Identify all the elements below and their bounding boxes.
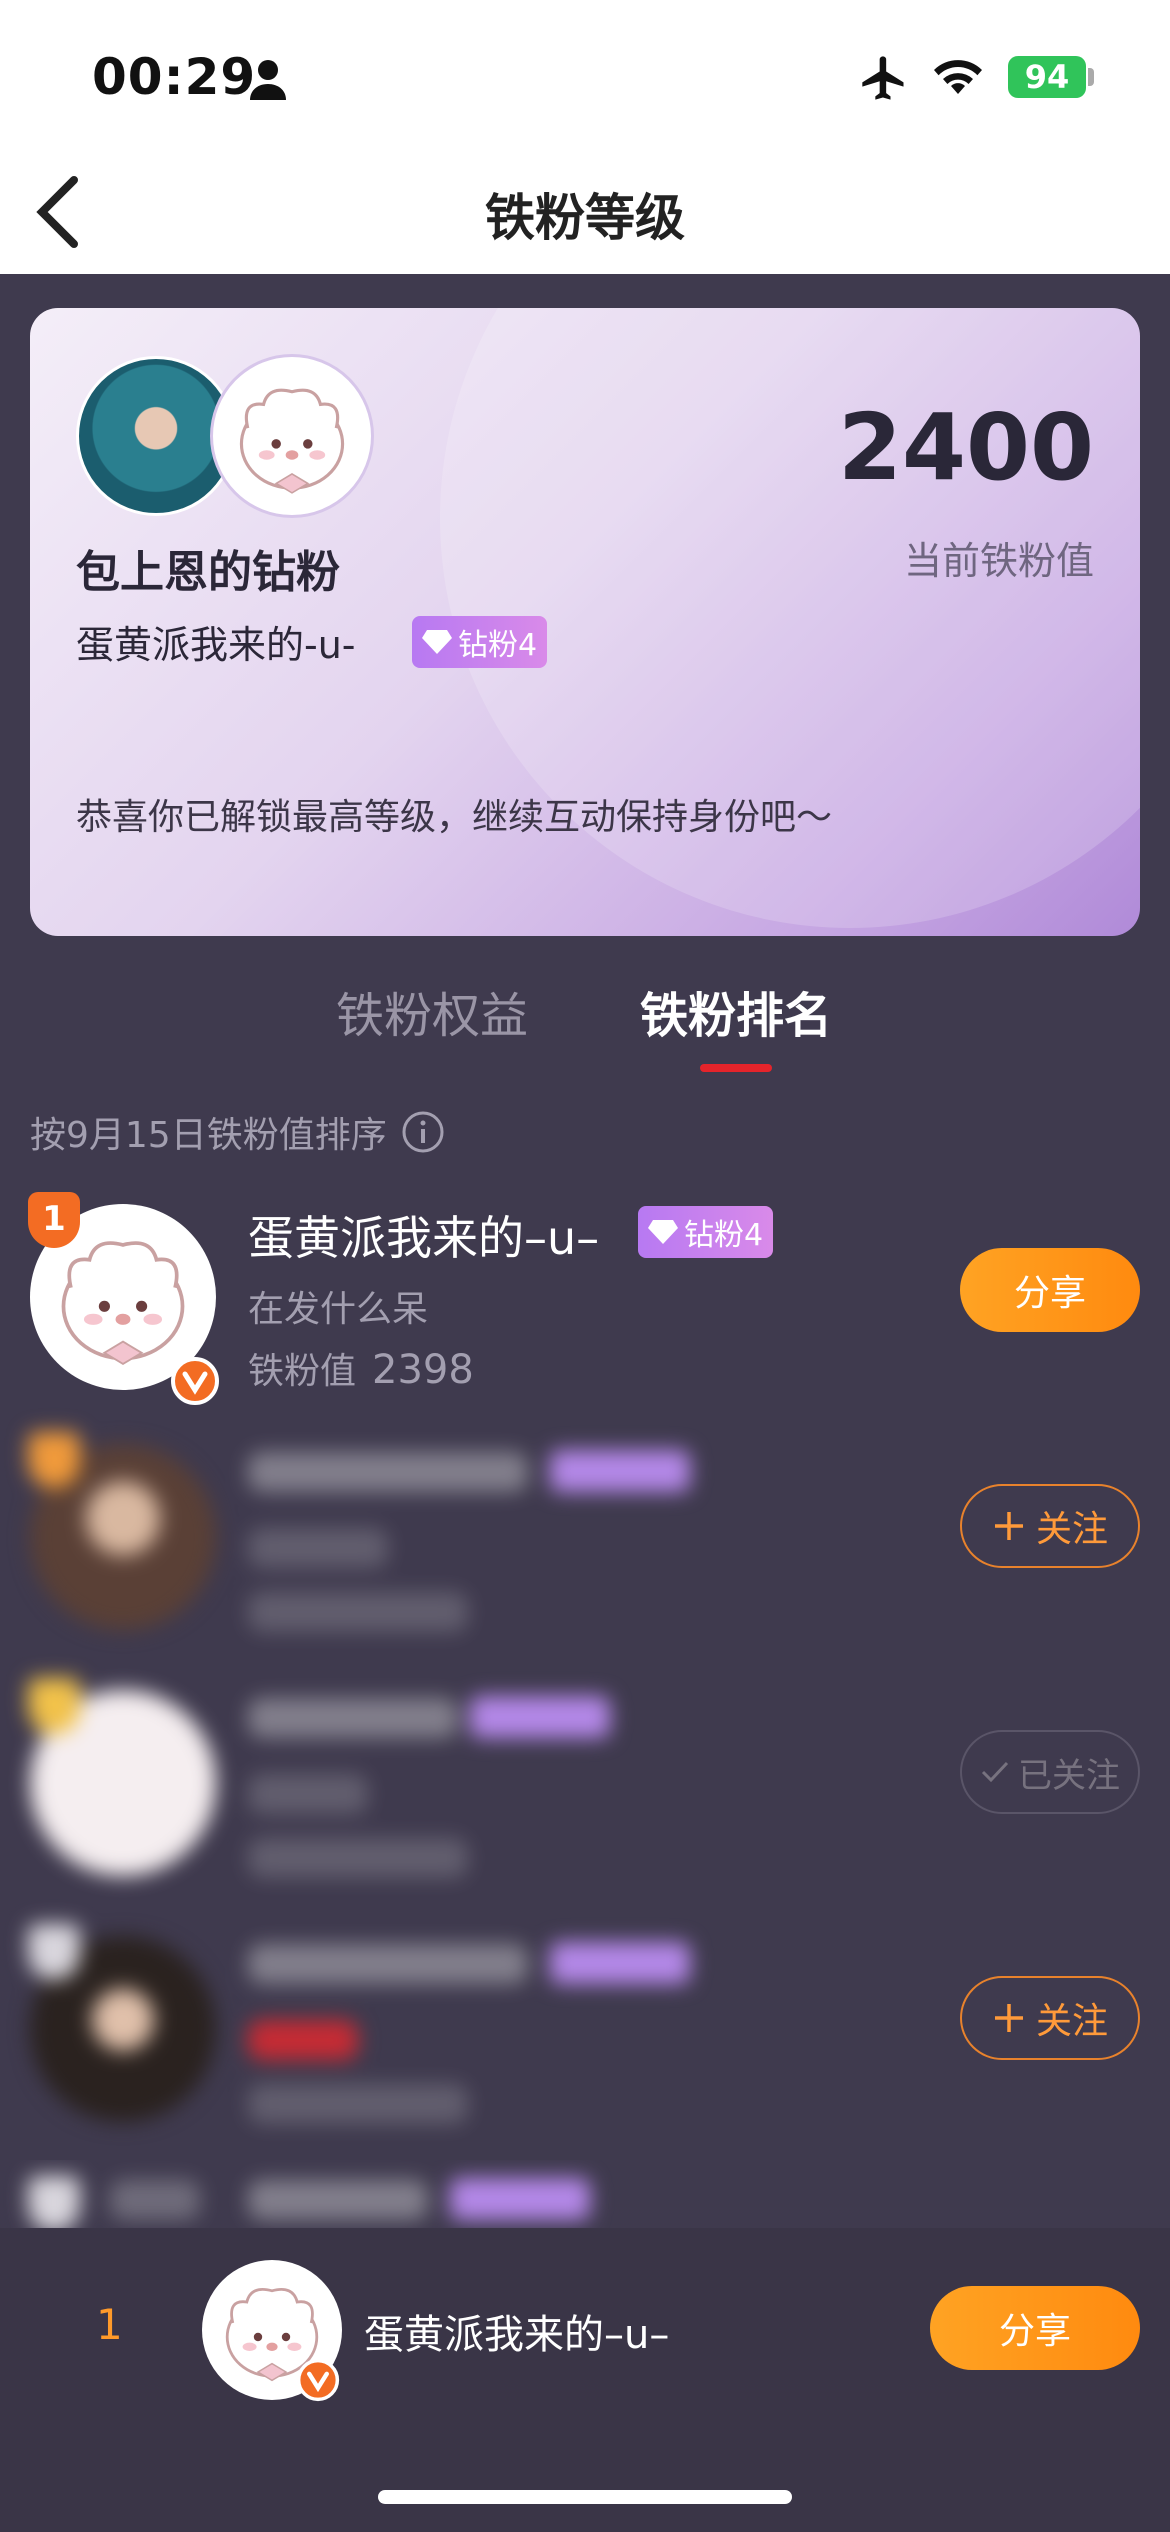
- tab-fan-ranking[interactable]: 铁粉排名: [640, 976, 832, 1046]
- verified-icon: [171, 1357, 219, 1405]
- status-bar: 00:29 94: [0, 0, 1170, 150]
- ranking-row[interactable]: 已关注: [0, 1678, 1170, 1918]
- home-indicator[interactable]: [378, 2490, 792, 2504]
- fan-level-badge: 钻粉4: [412, 616, 548, 668]
- fan-score: 2400: [837, 394, 1094, 501]
- diamond-icon: [648, 1220, 678, 1244]
- my-rank-bar: 1 蛋黄派我来的–u– 分享: [0, 2228, 1170, 2532]
- status-time: 00:29: [92, 48, 257, 106]
- nav-bar: 铁粉等级: [0, 150, 1170, 274]
- share-button[interactable]: 分享: [960, 1248, 1140, 1332]
- row-username: 蛋黄派我来的–u–: [248, 1211, 600, 1265]
- share-button[interactable]: 分享: [930, 2286, 1140, 2370]
- page-title: 铁粉等级: [485, 189, 685, 247]
- diamond-icon: [422, 630, 452, 654]
- follow-label: 关注: [1035, 1509, 1108, 1550]
- badge-label: 钻粉4: [684, 1218, 764, 1253]
- follow-button[interactable]: 关注: [960, 1484, 1140, 1568]
- mascot-icon: [239, 388, 345, 494]
- wifi-icon: [934, 60, 982, 94]
- rank-badge: 1: [28, 1192, 80, 1248]
- card-title: 包上恩的钻粉: [76, 547, 340, 598]
- ranking-row[interactable]: 关注: [0, 1432, 1170, 1672]
- sort-note-text: 按9月15日铁粉值排序: [30, 1115, 387, 1156]
- plus-icon: [994, 1512, 1023, 1540]
- row-subtitle: 在发什么呆: [248, 1289, 429, 1330]
- active-tab-indicator: [700, 1064, 772, 1072]
- followed-label: 已关注: [1018, 1755, 1120, 1796]
- info-icon[interactable]: [401, 1110, 445, 1154]
- tab-fan-rights[interactable]: 铁粉权益: [336, 976, 528, 1046]
- ranking-row[interactable]: [0, 2160, 1170, 2228]
- battery-level: 94: [1024, 58, 1070, 96]
- follow-button[interactable]: 关注: [960, 1976, 1140, 2060]
- fan-level-card: 包上恩的钻粉 蛋黄派我来的-u- 钻粉4 2400 当前铁粉值 恭喜你已解锁最高…: [30, 308, 1140, 936]
- badge-label: 钻粉4: [458, 628, 538, 663]
- fan-value-number: 2398: [372, 1347, 474, 1393]
- check-icon: [981, 1761, 1009, 1783]
- fan-score-label: 当前铁粉值: [903, 539, 1094, 583]
- fan-value-label: 铁粉值: [248, 1351, 357, 1392]
- person-icon: [250, 60, 286, 100]
- verified-icon: [296, 2358, 340, 2402]
- row-fan-value: 铁粉值 2398: [248, 1342, 474, 1394]
- my-rank-number: 1: [96, 2300, 123, 2349]
- plus-icon: [994, 2004, 1023, 2032]
- tab-bar: 铁粉权益 铁粉排名: [0, 976, 1170, 1086]
- battery-cap: [1088, 68, 1094, 86]
- congrats-message: 恭喜你已解锁最高等级，继续互动保持身份吧～: [76, 797, 833, 838]
- card-username: 蛋黄派我来的-u-: [76, 623, 356, 667]
- followed-button[interactable]: 已关注: [960, 1730, 1140, 1814]
- ranking-row[interactable]: 关注: [0, 1924, 1170, 2164]
- my-username: 蛋黄派我来的–u–: [364, 2312, 670, 2358]
- sort-note: 按9月15日铁粉值排序: [30, 1106, 445, 1158]
- user-avatar[interactable]: [210, 354, 374, 518]
- ranking-row[interactable]: 1 蛋黄派我来的–u– 钻粉4 在发什么呆 铁粉值 2398 分享: [0, 1192, 1170, 1432]
- fan-level-badge: 钻粉4: [638, 1206, 774, 1258]
- airplane-icon: [862, 56, 904, 100]
- battery-indicator: 94: [1008, 56, 1086, 98]
- follow-label: 关注: [1035, 2001, 1108, 2042]
